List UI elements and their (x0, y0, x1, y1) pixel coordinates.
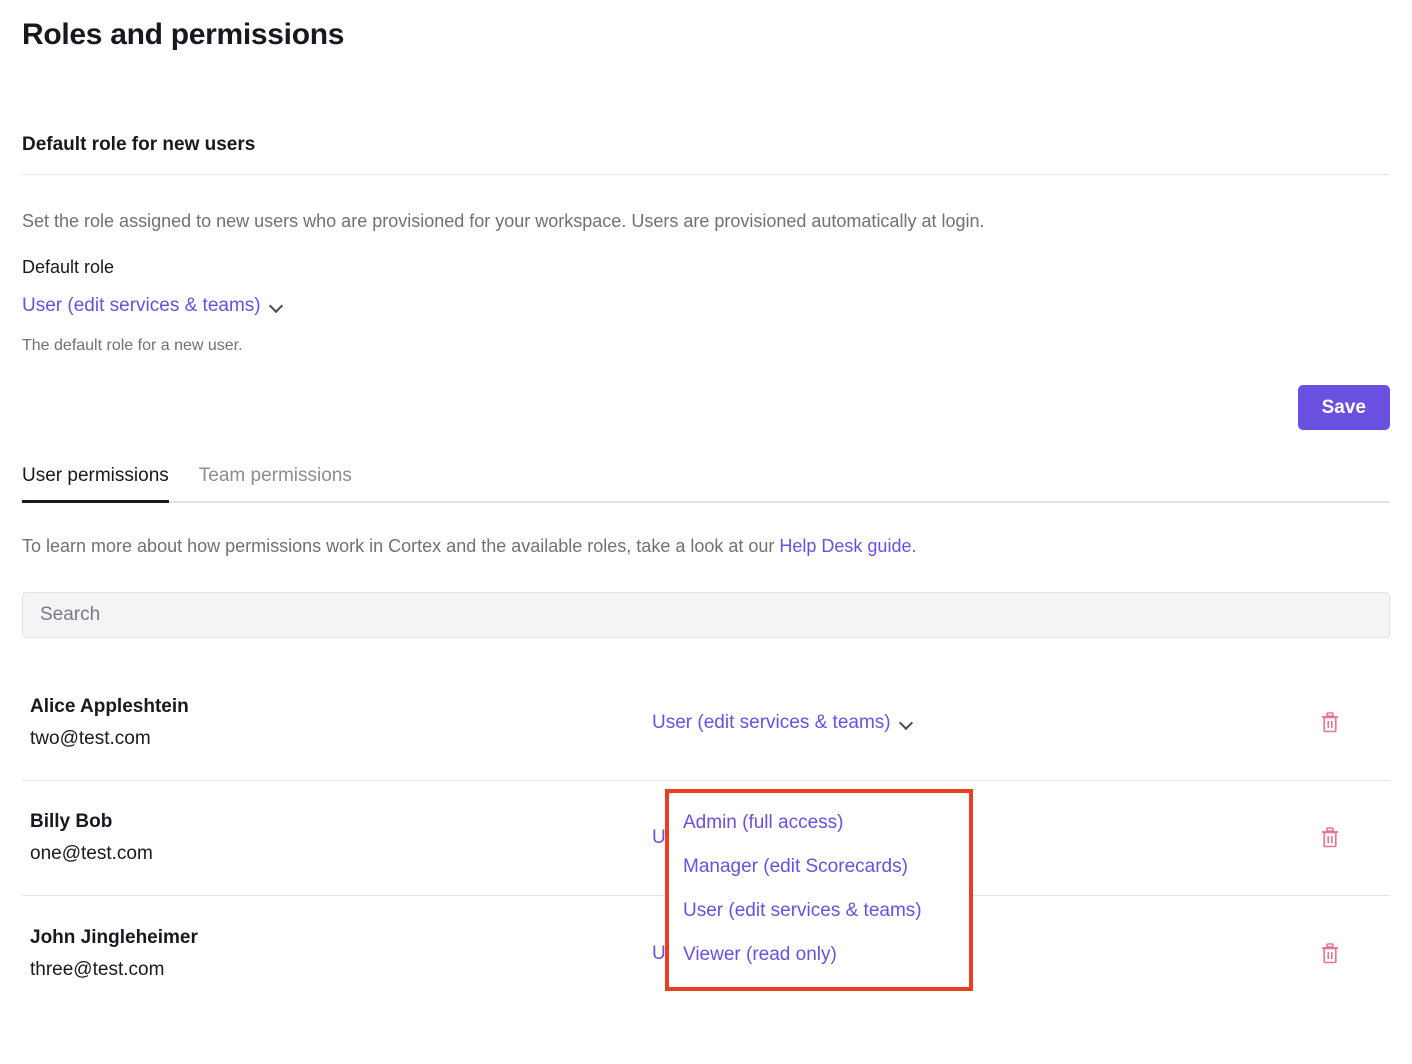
dropdown-option-admin[interactable]: Admin (full access) (669, 801, 969, 845)
user-email: two@test.com (30, 728, 151, 750)
default-role-hint: The default role for a new user. (22, 337, 243, 355)
user-email: one@test.com (30, 843, 153, 865)
trash-icon (1322, 712, 1338, 733)
chevron-down-icon (900, 717, 913, 730)
user-identity: John Jingleheimer three@test.com (22, 927, 652, 981)
search-box[interactable] (22, 592, 1390, 639)
roles-and-permissions-page: Roles and permissions Default role for n… (0, 0, 1412, 1011)
trash-icon (1322, 943, 1338, 964)
save-button-container: Save (22, 385, 1390, 431)
user-name: Billy Bob (30, 811, 113, 833)
default-role-section-heading: Default role for new users (22, 134, 256, 155)
delete-cell (1270, 712, 1390, 734)
delete-cell (1270, 827, 1390, 849)
table-row: Alice Appleshtein two@test.com User (edi… (22, 666, 1390, 782)
default-role-description: Set the role assigned to new users who a… (22, 211, 985, 231)
chevron-down-icon (270, 300, 283, 313)
user-role-value: User (edit services & teams) (652, 712, 891, 734)
dropdown-option-user[interactable]: User (edit services & teams) (669, 889, 969, 933)
user-email: three@test.com (30, 958, 165, 980)
dropdown-option-manager[interactable]: Manager (edit Scorecards) (669, 845, 969, 889)
default-role-selected-value: User (edit services & teams) (22, 295, 261, 317)
tab-team-permissions[interactable]: Team permissions (199, 465, 352, 503)
delete-cell (1270, 943, 1390, 965)
permissions-help-text: To learn more about how permissions work… (22, 536, 1390, 557)
page-title: Roles and permissions (22, 18, 345, 51)
delete-user-button[interactable] (1320, 827, 1340, 849)
permissions-tabs: User permissions Team permissions (22, 465, 1390, 504)
search-input[interactable] (38, 603, 1374, 628)
default-role-select[interactable]: User (edit services & teams) (22, 295, 283, 317)
tab-user-permissions[interactable]: User permissions (22, 465, 169, 504)
save-button[interactable]: Save (1297, 385, 1390, 431)
help-text-lead: To learn more about how permissions work… (22, 536, 780, 557)
user-identity: Billy Bob one@test.com (22, 811, 652, 865)
delete-user-button[interactable] (1320, 943, 1340, 965)
user-name: John Jingleheimer (30, 926, 198, 948)
user-identity: Alice Appleshtein two@test.com (22, 696, 652, 750)
section-divider (22, 174, 1390, 175)
dropdown-option-viewer[interactable]: Viewer (read only) (669, 933, 969, 977)
delete-user-button[interactable] (1320, 712, 1340, 734)
help-desk-guide-link[interactable]: Help Desk guide. (779, 536, 916, 556)
default-role-field-label: Default role (22, 257, 115, 278)
user-name: Alice Appleshtein (30, 696, 189, 718)
trash-icon (1322, 827, 1338, 848)
user-role-select[interactable]: User (edit services & teams) (652, 712, 1270, 734)
role-dropdown-menu[interactable]: Admin (full access) Manager (edit Scorec… (665, 789, 973, 991)
